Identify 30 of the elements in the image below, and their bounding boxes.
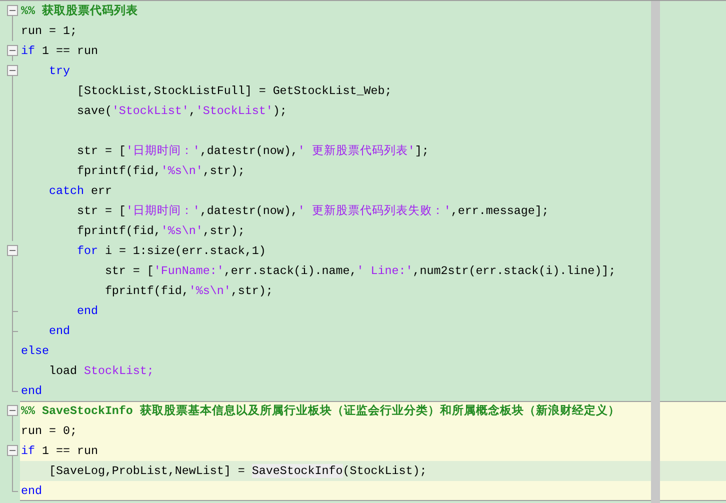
code-line: end — [21, 484, 42, 498]
code-line: run = 1; — [21, 24, 77, 38]
collapse-icon[interactable] — [7, 65, 18, 76]
code-line: str = ['FunName:',err.stack(i).name,' Line:',num2str(err.stack(i).line)]; — [104, 264, 616, 278]
code-line: catch err — [48, 184, 112, 198]
code-line: if 1 == run — [21, 44, 98, 58]
code-line: save('StockList','StockList'); — [76, 104, 287, 118]
section-title: %% SaveStockInfo 获取股票基本信息以及所属行业板块（证监会行业分类）和所属概念板块（新浪财经定义） — [21, 404, 620, 418]
collapse-icon[interactable] — [7, 5, 18, 16]
collapse-icon[interactable] — [7, 245, 18, 256]
code-line: try — [48, 64, 70, 78]
code-line: fprintf(fid,'%s\n',str); — [104, 284, 273, 298]
code-line: fprintf(fid,'%s\n',str); — [76, 164, 245, 178]
code-line: run = 0; — [21, 424, 77, 438]
collapse-icon[interactable] — [7, 405, 18, 416]
code-line: str = ['日期时间：',datestr(now),' 更新股票代码列表']; — [76, 144, 429, 158]
section-title: %% 获取股票代码列表 — [21, 4, 138, 18]
collapse-icon[interactable] — [7, 45, 18, 56]
code-line: load StockList; — [48, 364, 154, 378]
collapse-icon[interactable] — [7, 445, 18, 456]
code-line: if 1 == run — [21, 444, 98, 458]
code-line: end — [48, 324, 70, 338]
code-line: [SaveLog,ProbList,NewList] = SaveStockInfo(StockList); — [48, 464, 427, 478]
code-line: end — [76, 304, 98, 318]
code-line: [StockList,StockListFull] = GetStockList_Web; — [76, 84, 392, 98]
code-line: str = ['日期时间：',datestr(now),' 更新股票代码列表失败：',err.message]; — [76, 204, 549, 218]
code-line: for i = 1:size(err.stack,1) — [76, 244, 266, 258]
code-line: fprintf(fid,'%s\n',str); — [76, 224, 245, 238]
code-line: else — [21, 344, 49, 358]
code-line: end — [21, 384, 42, 398]
